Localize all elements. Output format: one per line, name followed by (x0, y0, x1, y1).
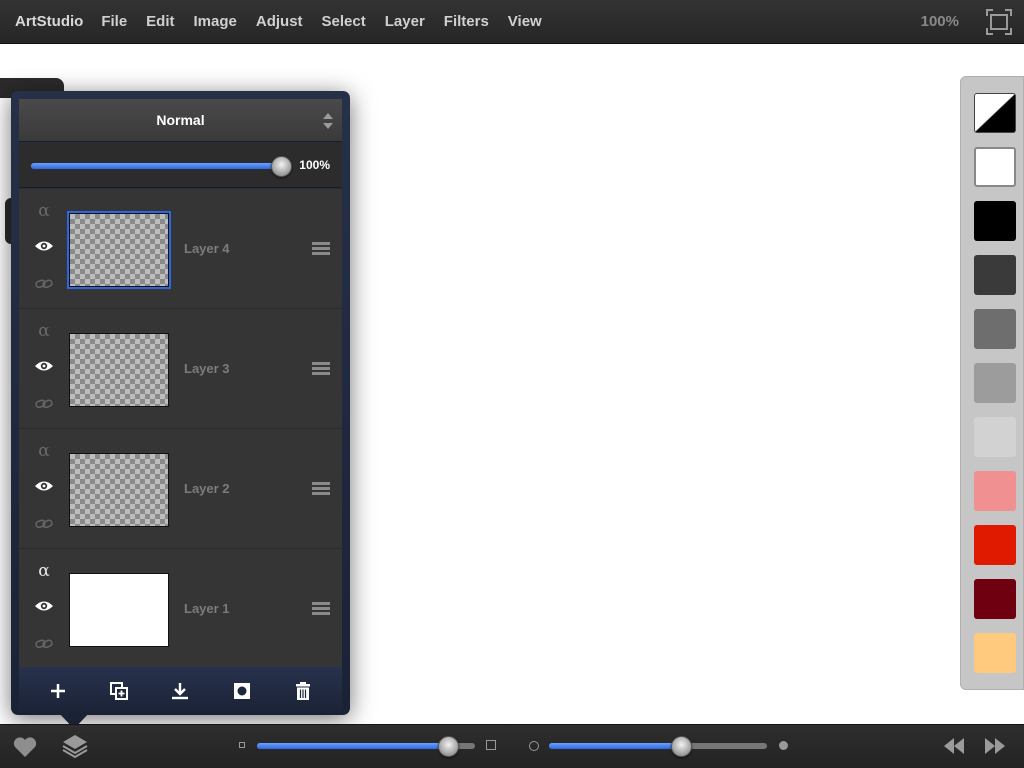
menu-bar: ArtStudio File Edit Image Adjust Select … (0, 0, 1024, 44)
eye-icon[interactable] (34, 239, 54, 253)
link-icon[interactable] (35, 399, 53, 409)
layer-opacity-value: 100% (299, 158, 330, 172)
brush-size-min-icon (239, 742, 245, 748)
updown-arrows-icon (323, 113, 333, 129)
layer-thumbnail[interactable] (69, 453, 169, 527)
color-swatch[interactable] (974, 525, 1016, 565)
layer-opacity-row: 100% (19, 143, 342, 188)
layer-thumbnail[interactable] (69, 573, 169, 647)
link-icon[interactable] (35, 519, 53, 529)
fullscreen-icon[interactable] (986, 9, 1012, 35)
alpha-lock-icon[interactable]: α (36, 561, 52, 581)
trash-icon[interactable] (292, 680, 314, 702)
color-swatch[interactable] (974, 363, 1016, 403)
drag-handle-icon[interactable] (312, 242, 330, 256)
menu-adjust[interactable]: Adjust (256, 13, 303, 30)
drag-handle-icon[interactable] (312, 482, 330, 496)
link-icon[interactable] (35, 279, 53, 289)
layer-thumbnail[interactable] (67, 211, 171, 289)
layer-name[interactable]: Layer 3 (184, 361, 230, 376)
blend-mode-label: Normal (156, 112, 205, 128)
color-swatch[interactable] (974, 417, 1016, 457)
eye-icon[interactable] (34, 479, 54, 493)
link-icon[interactable] (35, 639, 53, 649)
duplicate-layer-icon[interactable] (108, 680, 130, 702)
layer-name[interactable]: Layer 1 (184, 601, 230, 616)
layer-row[interactable]: α Layer 1 (19, 549, 342, 667)
layer-name[interactable]: Layer 2 (184, 481, 230, 496)
color-palette (960, 76, 1024, 690)
add-layer-icon[interactable] (47, 680, 69, 702)
color-swatch[interactable] (974, 255, 1016, 295)
menu-file[interactable]: File (101, 13, 127, 30)
layer-row[interactable]: α Layer 3 (19, 309, 342, 429)
layer-row[interactable]: α Layer 2 (19, 429, 342, 549)
alpha-lock-icon[interactable]: α (36, 321, 52, 341)
fast-forward-icon[interactable] (983, 736, 1007, 756)
layer-name[interactable]: Layer 4 (184, 241, 230, 256)
eye-icon[interactable] (34, 599, 54, 613)
zoom-level: 100% (920, 13, 959, 30)
layer-list: α Layer 4 α Layer 3 α Layer 2 α Layer 1 (19, 189, 342, 667)
brush-opacity-max-icon (779, 741, 788, 750)
eye-icon[interactable] (34, 359, 54, 373)
bottom-toolbar (0, 724, 1024, 768)
drag-handle-icon[interactable] (312, 602, 330, 616)
layers-panel: Normal 100% α Layer 4 α Layer 3 α Layer … (11, 91, 350, 715)
heart-icon[interactable] (12, 735, 38, 759)
brush-size-fill (257, 743, 449, 749)
color-swatch[interactable] (974, 147, 1016, 187)
menu-filters[interactable]: Filters (444, 13, 489, 30)
color-swatch[interactable] (974, 633, 1016, 673)
layer-thumbnail[interactable] (69, 333, 169, 407)
brush-size-max-icon (486, 740, 496, 750)
drag-handle-icon[interactable] (312, 362, 330, 376)
brush-opacity-fill (549, 743, 682, 749)
layer-row[interactable]: α Layer 4 (19, 189, 342, 309)
app-name[interactable]: ArtStudio (15, 13, 83, 30)
brush-opacity-min-icon (529, 741, 539, 751)
color-swatch[interactable] (974, 579, 1016, 619)
layer-tools-bar (19, 667, 342, 715)
blend-mode-selector[interactable]: Normal (19, 99, 342, 142)
merge-down-icon[interactable] (169, 680, 191, 702)
alpha-lock-icon[interactable]: α (36, 201, 52, 221)
mask-icon[interactable] (231, 680, 253, 702)
menu-select[interactable]: Select (322, 13, 366, 30)
menu-edit[interactable]: Edit (146, 13, 174, 30)
color-swatch[interactable] (974, 471, 1016, 511)
menu-view[interactable]: View (508, 13, 542, 30)
color-swatch[interactable] (974, 309, 1016, 349)
layers-icon[interactable] (61, 732, 89, 760)
rewind-icon[interactable] (942, 736, 966, 756)
color-swap-swatch[interactable] (974, 93, 1016, 133)
menu-image[interactable]: Image (194, 13, 237, 30)
color-swatch[interactable] (974, 201, 1016, 241)
layer-opacity-slider[interactable] (31, 163, 281, 169)
alpha-lock-icon[interactable]: α (36, 441, 52, 461)
layer-opacity-knob[interactable] (270, 156, 292, 177)
menu-layer[interactable]: Layer (385, 13, 425, 30)
layer-opacity-fill (31, 163, 281, 169)
brush-opacity-slider[interactable] (549, 743, 767, 749)
